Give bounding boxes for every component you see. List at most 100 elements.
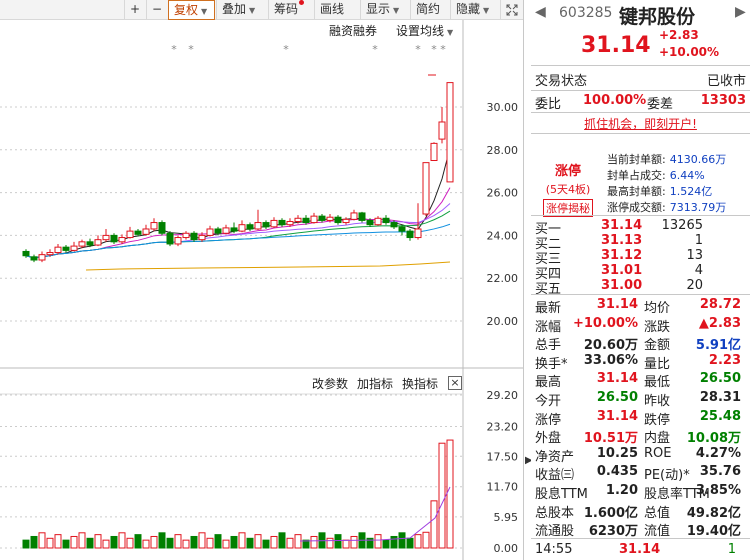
stock-code: 603285 [559,5,613,21]
volume-bar [46,537,54,549]
volume-bar [30,535,38,549]
volume-bar [166,537,174,549]
y-tick-label: 30.00 [487,101,519,114]
stat-label: ROE [644,445,672,461]
stat-value: 10.51万 [583,431,638,447]
candle-body [182,232,190,239]
volume-bar [414,534,422,549]
y-tick-label: 26.00 [487,187,519,200]
candle-body [174,237,182,245]
bid-volume: 1 [694,233,703,248]
stat-label: 量比 [644,356,671,372]
stat-label: 收益㈢ [535,468,575,484]
wb-label: 委比 [535,97,562,112]
candle-body [334,216,342,224]
stat-value: +10.00% [572,315,638,331]
wc-value: 13303 [700,93,746,108]
stat-label: 流值 [644,524,671,540]
prev-stock-icon[interactable]: ◀ [535,4,546,20]
volume-bar [70,535,78,549]
candle-body [230,227,238,232]
stat-label: 涨跌 [644,319,671,335]
y-tick-label: 5.95 [494,511,519,524]
event-marker: * [283,43,289,56]
candle-body [150,222,158,230]
stat-value: 10.25 [596,445,638,461]
volume-bar [278,532,286,549]
candle-body [214,228,222,234]
candle-body [358,212,366,221]
y-tick-label: 28.00 [487,144,519,157]
volume-bar [118,532,126,549]
candle-body [342,218,350,224]
tick-volume: 1 [727,542,736,557]
candle-body [326,216,334,221]
tick-time: 14:55 [535,542,573,557]
last-price: 31.14 [581,33,651,58]
volume-bar [126,537,134,549]
stat-label: 涨幅 [535,319,562,335]
stat-value: 28.72 [699,297,741,312]
volume-bar [254,534,262,549]
wc-label: 委差 [647,97,674,112]
candle-body [30,256,38,261]
switch-indicator-button[interactable]: 换指标 [402,375,438,392]
stat-value: 0.435 [596,464,638,480]
stat-label: 今开 [535,394,562,409]
candle-body [206,228,214,236]
bid-price: 31.12 [601,248,643,263]
stat-value: 28.31 [699,390,741,405]
volume-bar [422,531,430,549]
candle-body [46,252,54,256]
next-stock-icon[interactable]: ▶ [735,4,746,20]
stat-value: 10.08万 [686,431,741,447]
bid-volume: 20 [686,278,703,293]
stat-label: 净资产 [535,449,575,465]
candle-body [238,224,246,232]
stat-value: 26.50 [699,371,741,387]
volume-bar [446,439,454,549]
kline-chart[interactable]: * * * * * * * 30.0028.0026.0024.0022.0020.00 2… [0,0,523,560]
volume-bar [22,539,30,549]
candle-body [22,250,30,257]
stat-label: 最新 [535,301,562,316]
volume-bar [86,537,94,549]
divider [531,133,750,134]
y-tick-label: 11.70 [487,481,519,494]
volume-bar [110,535,118,549]
candle-body [430,142,438,162]
close-icon[interactable]: × [448,376,462,390]
order-ratio-row: 委比 100.00% 委差 13303 [535,93,746,113]
limit-row: 当前封单额: 4130.66万 [607,153,727,166]
candle-body [446,82,454,183]
volume-bar [206,537,214,549]
stat-value: 4.27% [695,445,741,461]
volume-bar [222,539,230,549]
tick-price: 31.14 [619,542,661,557]
volume-bar [390,535,398,549]
divider [531,112,750,113]
candle-body [254,222,262,230]
stat-label: 内盘 [644,431,671,447]
stat-value: 49.82亿 [686,505,741,521]
divider [531,294,750,295]
candle-body [94,239,102,246]
candle-body [126,230,134,239]
candle-body [398,226,406,232]
stat-value: 1.600亿 [583,505,638,521]
stat-value: 3.85% [695,483,741,498]
volume-bar [102,539,110,549]
bid-volume: 13 [686,248,703,263]
candle-body [198,234,206,241]
stat-value: 33.06% [583,352,638,368]
open-account-link[interactable]: 抓住机会，即刻开户! [531,115,750,132]
volume-bar [310,535,318,549]
candle-body [102,234,110,241]
volume-bar [430,500,438,549]
candle-body [70,245,78,251]
add-indicator-button[interactable]: 加指标 [357,375,393,392]
volume-bar [382,539,390,549]
edit-params-button[interactable]: 改参数 [312,375,348,392]
stat-value: 35.76 [699,464,741,480]
volume-bar [62,539,70,549]
